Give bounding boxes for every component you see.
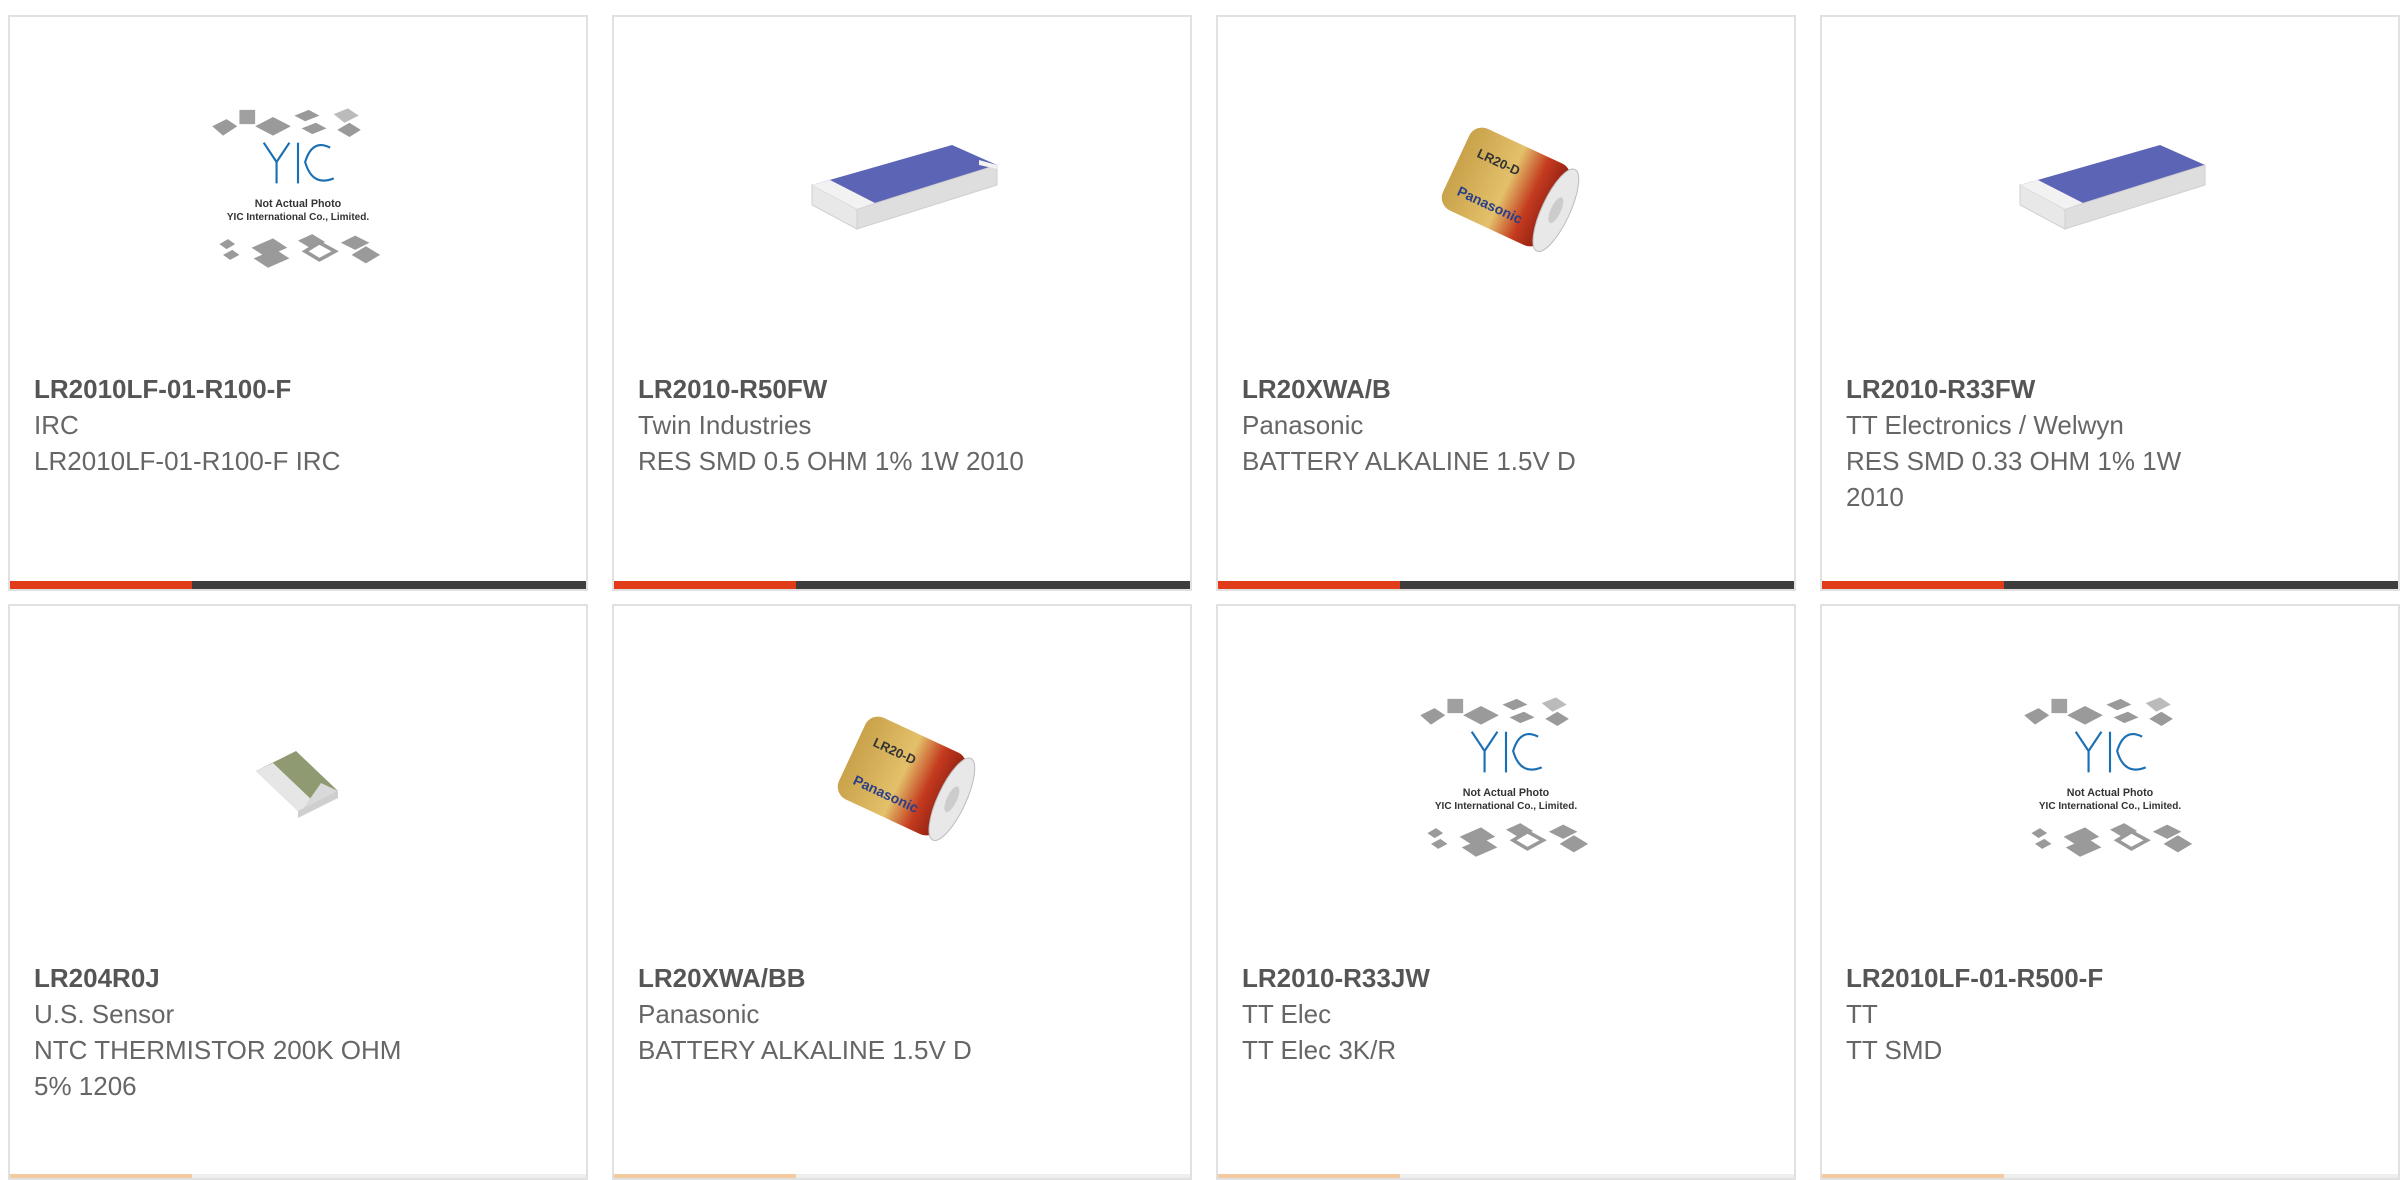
part-number[interactable]: LR2010-R33JW: [1242, 960, 1774, 996]
description: TT Elec 3K/R: [1242, 1035, 1397, 1065]
svg-text:Not Actual Photo: Not Actual Photo: [2067, 787, 2154, 799]
product-card[interactable]: Not Actual Photo YIC International Co., …: [1820, 604, 2400, 1180]
card-footer-bar: [614, 1174, 1190, 1178]
part-number[interactable]: LR2010-R50FW: [638, 371, 1170, 407]
product-card[interactable]: LR20-D Panasonic LR20XWA/B Panasonic BAT…: [1216, 15, 1796, 591]
description: RES SMD 0.33 OHM 1% 1W 2010: [1846, 446, 2182, 512]
manufacturer: Twin Industries: [638, 410, 812, 440]
part-number[interactable]: LR2010LF-01-R100-F: [34, 371, 566, 407]
thermistor-image: [198, 676, 398, 876]
product-image[interactable]: Not Actual Photo YIC International Co., …: [10, 17, 586, 357]
product-card[interactable]: LR204R0J U.S. Sensor NTC THERMISTOR 200K…: [8, 604, 588, 1180]
resistor-chip-image: [802, 87, 1002, 287]
product-card[interactable]: LR2010-R33FW TT Electronics / Welwyn RES…: [1820, 15, 2400, 591]
product-image[interactable]: Not Actual Photo YIC International Co., …: [1822, 606, 2398, 946]
product-card[interactable]: LR20-D Panasonic LR20XWA/BB Panasonic BA…: [612, 604, 1192, 1180]
manufacturer: IRC: [34, 410, 79, 440]
product-card[interactable]: LR2010-R50FW Twin Industries RES SMD 0.5…: [612, 15, 1192, 591]
card-footer-bar: [614, 581, 1190, 589]
card-footer-bar: [1218, 1174, 1794, 1178]
manufacturer: TT Electronics / Welwyn: [1846, 410, 2124, 440]
battery-image: LR20-D Panasonic: [802, 676, 1002, 876]
yic-placeholder-image: Not Actual Photo YIC International Co., …: [1406, 676, 1606, 876]
manufacturer: U.S. Sensor: [34, 999, 175, 1029]
part-number[interactable]: LR204R0J: [34, 960, 566, 996]
product-image[interactable]: [10, 606, 586, 946]
card-footer-bar: [1822, 1174, 2398, 1178]
product-image[interactable]: [614, 17, 1190, 357]
description: BATTERY ALKALINE 1.5V D: [638, 1035, 972, 1065]
product-image[interactable]: Not Actual Photo YIC International Co., …: [1218, 606, 1794, 946]
svg-text:YIC International Co., Limited: YIC International Co., Limited.: [1435, 801, 1577, 812]
yic-placeholder-image: Not Actual Photo YIC International Co., …: [2010, 676, 2210, 876]
card-footer-bar: [10, 581, 586, 589]
product-image[interactable]: [1822, 17, 2398, 357]
product-card[interactable]: Not Actual Photo YIC International Co., …: [8, 15, 588, 591]
product-image[interactable]: LR20-D Panasonic: [614, 606, 1190, 946]
manufacturer: Panasonic: [638, 999, 760, 1029]
manufacturer: TT Elec: [1242, 999, 1332, 1029]
description: BATTERY ALKALINE 1.5V D: [1242, 446, 1576, 476]
card-footer-bar: [10, 1174, 586, 1178]
svg-text:YIC International Co., Limited: YIC International Co., Limited.: [2039, 801, 2181, 812]
part-number[interactable]: LR2010-R33FW: [1846, 371, 2378, 407]
battery-image: LR20-D Panasonic: [1406, 87, 1606, 287]
description: LR2010LF-01-R100-F IRC: [34, 446, 341, 476]
manufacturer: Panasonic: [1242, 410, 1364, 440]
svg-text:Not Actual Photo: Not Actual Photo: [1463, 787, 1550, 799]
manufacturer: TT: [1846, 999, 1878, 1029]
placeholder-line1: Not Actual Photo: [255, 198, 342, 210]
product-card[interactable]: Not Actual Photo YIC International Co., …: [1216, 604, 1796, 1180]
product-grid: Not Actual Photo YIC International Co., …: [0, 0, 2400, 1180]
yic-placeholder-image: Not Actual Photo YIC International Co., …: [198, 87, 398, 287]
resistor-chip-image: [2010, 87, 2210, 287]
description: TT SMD: [1846, 1035, 1943, 1065]
part-number[interactable]: LR2010LF-01-R500-F: [1846, 960, 2378, 996]
product-image[interactable]: LR20-D Panasonic: [1218, 17, 1794, 357]
card-footer-bar: [1822, 581, 2398, 589]
part-number[interactable]: LR20XWA/B: [1242, 371, 1774, 407]
placeholder-line2: YIC International Co., Limited.: [227, 212, 369, 223]
card-footer-bar: [1218, 581, 1794, 589]
description: RES SMD 0.5 OHM 1% 1W 2010: [638, 446, 1024, 476]
description: NTC THERMISTOR 200K OHM 5% 1206: [34, 1035, 402, 1101]
part-number[interactable]: LR20XWA/BB: [638, 960, 1170, 996]
